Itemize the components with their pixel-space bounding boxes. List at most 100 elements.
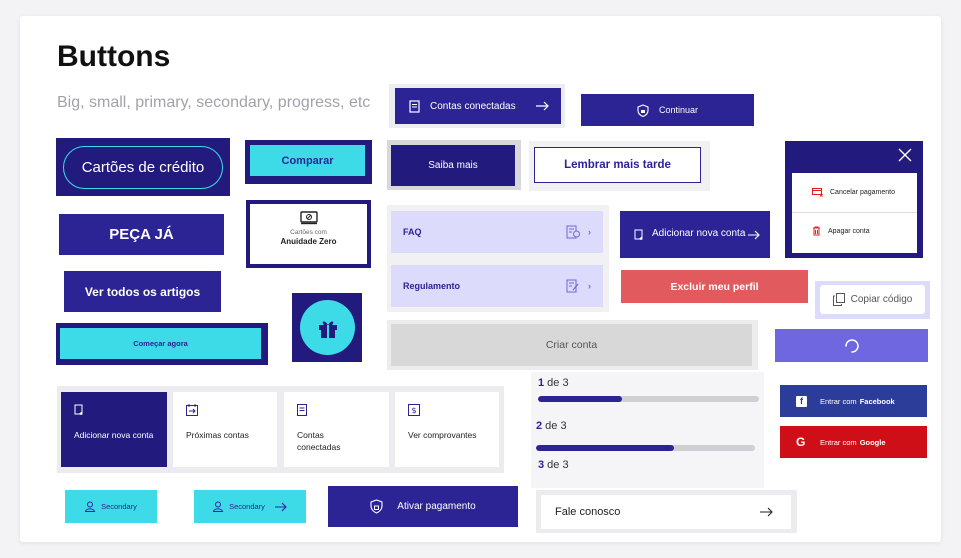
close-icon[interactable] (896, 146, 914, 164)
secondary-label: Secondary (101, 502, 137, 511)
adicionar-label: Adicionar nova conta (652, 228, 746, 240)
progress-step-total: de 3 (542, 420, 567, 432)
arrow-right-icon (274, 502, 287, 511)
card-icon (250, 211, 367, 225)
spinner-icon (844, 338, 859, 353)
excluir-label: Excluir meu perfil (670, 280, 759, 293)
tile-label: Contas conectadas (297, 430, 341, 452)
ativar-pagamento-button[interactable]: Ativar pagamento (328, 486, 518, 527)
progress-fill-1 (538, 396, 622, 402)
progress-step-total: de 3 (544, 377, 569, 389)
tile-label: Adicionar nova conta (74, 430, 154, 440)
fale-label: Fale conosco (555, 506, 621, 518)
comecar-label: Começar agora (133, 339, 188, 348)
progress-fill-2 (536, 445, 674, 451)
comparar-label: Comparar (281, 154, 334, 167)
action-menu: Cancelar pagamento Apagar conta (792, 173, 917, 253)
tile-label: Ver comprovantes (408, 430, 477, 440)
criar-label: Criar conta (545, 339, 598, 351)
regulamento-button[interactable]: Regulamento › (391, 265, 603, 307)
secondary-arrow-button[interactable]: Secondary (194, 490, 306, 523)
ver-todos-artigos-button[interactable]: Ver todos os artigos (64, 271, 221, 312)
facebook-login-button[interactable]: f Entrar com Facebook (780, 385, 927, 417)
trash-icon (813, 226, 820, 236)
secondary-label: Secondary (229, 502, 265, 511)
progress-step-total: de 3 (544, 459, 569, 471)
apagar-label: Apagar conta (828, 227, 870, 235)
tile-ver-comprovantes[interactable]: $ Ver comprovantes (395, 392, 499, 467)
comecar-agora-button[interactable]: Começar agora (60, 328, 261, 359)
apagar-conta-item[interactable]: Apagar conta (792, 213, 917, 249)
anuidade-bold-label: Anuidade Zero (280, 237, 337, 246)
anuidade-zero-card[interactable]: Cartões com Anuidade Zero (246, 200, 371, 268)
tile-proximas-contas[interactable]: Próximas contas (173, 392, 277, 467)
chevron-right-icon: › (588, 227, 591, 237)
progress-bar-1 (538, 396, 759, 402)
contas-label: Contas conectadas (430, 100, 516, 112)
document-icon (409, 99, 420, 113)
regulamento-label: Regulamento (403, 281, 461, 291)
progress-step-3: 3 de 3 (538, 459, 569, 471)
google-login-button[interactable]: G Entrar com Google (780, 426, 927, 458)
facebook-label-prefix: Entrar com (820, 396, 857, 406)
page-title: Buttons (57, 40, 171, 73)
tile-adicionar-nova-conta[interactable]: Adicionar nova conta (61, 392, 167, 467)
saiba-mais-button[interactable]: Saiba mais (391, 145, 515, 186)
gift-button[interactable] (300, 300, 355, 355)
dollar-receipt-icon: $ (408, 404, 420, 416)
user-icon (213, 501, 224, 512)
progress-step-1: 1 de 3 (538, 377, 569, 389)
document-icon (297, 404, 307, 416)
arrow-right-icon (748, 230, 760, 239)
cancelar-label: Cancelar pagamento (830, 189, 895, 196)
secondary-button[interactable]: Secondary (65, 490, 157, 523)
copiar-label: Copiar código (850, 294, 913, 305)
anuidade-small-label: Cartões com (290, 229, 327, 236)
progress-bar-2 (536, 445, 755, 451)
user-icon (85, 501, 96, 512)
copy-icon (832, 293, 845, 306)
help-document-icon (566, 225, 580, 239)
add-receipt-icon (634, 229, 643, 240)
shield-lock-icon (370, 499, 383, 514)
contas-conectadas-button[interactable]: Contas conectadas (395, 88, 561, 124)
facebook-label-brand: Facebook (859, 396, 895, 406)
peca-ja-label: PEÇA JÁ (109, 226, 174, 243)
lembrar-label: Lembrar mais tarde (564, 159, 671, 171)
copiar-codigo-button[interactable]: Copiar código (820, 285, 925, 314)
cartoes-de-credito-button[interactable]: Cartões de crédito (63, 146, 223, 189)
arrow-right-icon (760, 507, 773, 517)
tile-contas-conectadas[interactable]: Contas conectadas (284, 392, 389, 467)
card-cancel-icon (812, 188, 823, 197)
progress-step-2: 2 de 3 (536, 420, 567, 432)
faq-button[interactable]: FAQ › (391, 211, 603, 253)
tile-label: Próximas contas (186, 430, 249, 440)
continuar-button[interactable]: Continuar (581, 94, 754, 126)
fale-conosco-button[interactable]: Fale conosco (541, 495, 791, 529)
google-label-prefix: Entrar com (820, 437, 857, 447)
adicionar-nova-conta-button[interactable]: Adicionar nova conta (620, 211, 770, 258)
excluir-meu-perfil-button[interactable]: Excluir meu perfil (621, 270, 808, 303)
continuar-label: Continuar (658, 105, 699, 115)
arrow-right-icon (536, 101, 549, 111)
saiba-mais-label: Saiba mais (428, 160, 478, 171)
cartoes-label: Cartões de crédito (81, 159, 205, 176)
lembrar-mais-tarde-button[interactable]: Lembrar mais tarde (534, 147, 701, 183)
add-receipt-icon (74, 404, 83, 415)
facebook-icon: f (796, 395, 807, 407)
calendar-arrow-icon (186, 404, 198, 416)
google-icon: G (796, 435, 806, 449)
google-label-brand: Google (859, 437, 886, 447)
peca-ja-button[interactable]: PEÇA JÁ (59, 214, 224, 255)
ver-todos-label: Ver todos os artigos (84, 284, 201, 299)
gift-icon (318, 321, 337, 338)
svg-text:$: $ (411, 406, 416, 415)
cancelar-pagamento-item[interactable]: Cancelar pagamento (792, 173, 917, 213)
criar-conta-button[interactable]: Criar conta (391, 324, 752, 366)
page-subtitle: Big, small, primary, secondary, progress… (57, 94, 371, 111)
chevron-right-icon: › (588, 281, 591, 291)
ativar-label: Ativar pagamento (397, 501, 476, 512)
shield-lock-icon (637, 103, 649, 117)
loading-button[interactable] (775, 329, 928, 362)
comparar-button[interactable]: Comparar (250, 145, 365, 176)
